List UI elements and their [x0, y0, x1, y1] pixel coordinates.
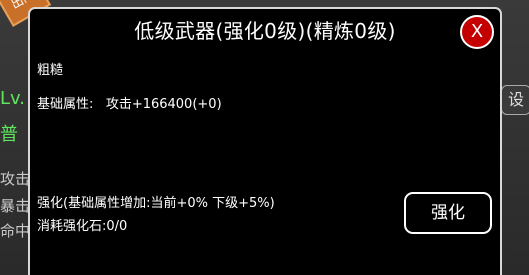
background-side-button[interactable]: 设 — [501, 85, 529, 115]
enhance-cost: 消耗强化石:0/0 — [37, 219, 128, 234]
base-attribute-label: 基础属性: — [37, 97, 94, 112]
base-attribute-value: 攻击+166400(+0) — [105, 97, 222, 112]
quality-text: 粗糙 — [37, 63, 64, 78]
level-label: Lv. — [0, 88, 26, 109]
stat-line-hit: 命中 — [0, 222, 31, 240]
quality-label-background: 普 — [0, 124, 18, 145]
enhance-description: 强化(基础属性增加:当前+0% 下级+5%) — [37, 196, 275, 211]
close-button[interactable]: X — [460, 15, 494, 49]
enhance-button[interactable]: 强化 — [404, 192, 492, 234]
base-attribute-row: 基础属性: 攻击+166400(+0) — [37, 93, 222, 112]
weapon-dialog: 低级武器(强化0级)(精炼0级) X 粗糙 基础属性: 攻击+166400(+0… — [28, 7, 502, 275]
stat-line-attack: 攻击 — [0, 170, 31, 188]
dialog-title: 低级武器(强化0级)(精炼0级) — [134, 19, 396, 43]
stat-line-crit: 暴击 — [0, 197, 31, 215]
game-screen: 出阵 Lv. 普 攻击 暴击 命中 设 低级武器(强化0级)(精炼0级) X 粗… — [0, 0, 529, 275]
